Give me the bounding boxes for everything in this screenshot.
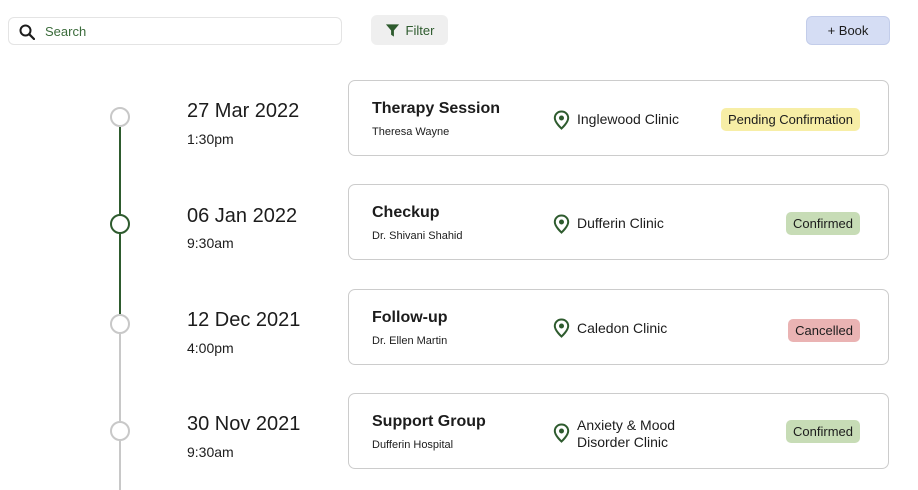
search-box[interactable] [8, 17, 342, 45]
timeline-segment [119, 234, 121, 314]
appointment-date: 30 Nov 2021 [187, 413, 301, 435]
filter-icon [385, 23, 399, 37]
appointment-person: Dufferin Hospital [372, 439, 454, 451]
appointment-card[interactable]: Follow-up Dr. Ellen Martin Caledon Clini… [348, 289, 889, 365]
appointment-person: Theresa Wayne [372, 126, 450, 138]
appointment-card[interactable]: Support Group Dufferin Hospital Anxiety … [348, 393, 889, 469]
timeline-node [110, 107, 130, 127]
appointment-title: Follow-up [372, 309, 448, 326]
appointment-location: Dufferin Clinic [577, 215, 664, 231]
timeline-segment [119, 441, 121, 490]
appointment-title: Checkup [372, 204, 440, 221]
appointment-title: Therapy Session [372, 100, 501, 117]
timeline-segment [119, 127, 121, 214]
status-badge: Confirmed [786, 212, 860, 235]
location-pin-icon [553, 214, 570, 234]
appointment-title: Support Group [372, 413, 486, 430]
appointment-card[interactable]: Therapy Session Theresa Wayne Inglewood … [348, 80, 889, 156]
timeline-segment [119, 334, 121, 421]
appointment-time: 9:30am [187, 444, 234, 460]
appointment-location: Caledon Clinic [577, 320, 668, 336]
search-input[interactable] [45, 21, 335, 41]
filter-button[interactable]: Filter [371, 15, 448, 45]
timeline-node [110, 421, 130, 441]
appointment-card[interactable]: Checkup Dr. Shivani Shahid Dufferin Clin… [348, 184, 889, 260]
appointment-location: Anxiety & Mood Disorder Clinic [577, 417, 675, 451]
filter-button-label: Filter [405, 22, 435, 38]
appointment-date: 12 Dec 2021 [187, 309, 301, 331]
appointment-time: 4:00pm [187, 340, 234, 356]
timeline-node-current [110, 214, 130, 234]
appointment-person: Dr. Ellen Martin [372, 335, 448, 347]
appointment-date: 06 Jan 2022 [187, 205, 298, 227]
location-pin-icon [553, 423, 570, 443]
location-pin-icon [553, 318, 570, 338]
status-badge: Confirmed [786, 420, 860, 443]
appointment-location-line: Disorder Clinic [577, 434, 669, 450]
book-button[interactable]: + Book [806, 16, 890, 45]
search-icon [19, 24, 35, 40]
timeline-node [110, 314, 130, 334]
appointment-date: 27 Mar 2022 [187, 100, 300, 122]
location-pin-icon [553, 110, 570, 130]
status-badge: Cancelled [788, 319, 860, 342]
appointment-location: Inglewood Clinic [577, 111, 679, 127]
appointment-person: Dr. Shivani Shahid [372, 230, 463, 242]
appointment-time: 9:30am [187, 235, 234, 251]
status-badge: Pending Confirmation [720, 108, 860, 131]
appointment-time: 1:30pm [187, 131, 234, 147]
appointment-location-line: Anxiety & Mood [577, 417, 676, 433]
